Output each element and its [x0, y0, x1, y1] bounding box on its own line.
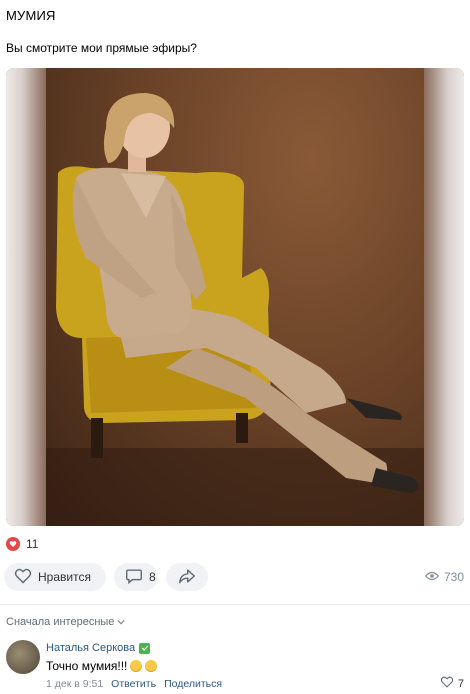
photo-illustration [46, 93, 424, 526]
like-button[interactable]: Нравится [4, 563, 106, 591]
post-title: МУМИЯ [6, 8, 56, 23]
post-actions: Нравится 8 [4, 563, 208, 591]
likes-count: 11 [26, 537, 39, 551]
photo-image[interactable] [46, 68, 424, 526]
photo-blur-left [6, 68, 46, 526]
comment-author[interactable]: Наталья Серкова [46, 642, 135, 654]
chevron-down-icon [117, 616, 126, 628]
comment-icon [125, 568, 143, 587]
comments-count: 8 [149, 570, 156, 584]
likes-summary[interactable]: 11 [6, 537, 38, 551]
comment-meta: 1 дек в 9:51 Ответить Поделиться [46, 678, 222, 690]
comment-like-button[interactable]: 7 [440, 676, 464, 691]
comment-time[interactable]: 1 дек в 9:51 [46, 678, 103, 690]
comment-likes-count: 7 [457, 677, 464, 690]
heart-icon [6, 537, 20, 551]
views-count: 730 [443, 570, 464, 584]
photo-blur-right [424, 68, 464, 526]
post-text: Вы смотрите мои прямые эфиры? [6, 41, 197, 55]
share-button[interactable] [166, 563, 208, 591]
sort-label: Сначала интересные [6, 616, 115, 628]
reply-link[interactable]: Ответить [111, 678, 156, 690]
comment-text-row: Точно мумия!!! 😜 😜 [46, 659, 158, 673]
comment-author-row: Наталья Серкова [46, 642, 151, 654]
emoji-icon: 😜 [130, 660, 143, 672]
comment-button[interactable]: 8 [114, 563, 158, 591]
views-counter: 730 [424, 570, 464, 584]
verified-check-icon [139, 642, 151, 654]
avatar[interactable] [6, 640, 40, 674]
eye-icon [424, 570, 440, 584]
heart-outline-icon [14, 568, 32, 587]
share-link[interactable]: Поделиться [164, 678, 222, 690]
share-icon [178, 568, 196, 587]
comments-sort[interactable]: Сначала интересные [6, 616, 126, 628]
post-photo[interactable] [6, 68, 464, 526]
emoji-icon: 😜 [145, 660, 158, 672]
divider [0, 604, 470, 605]
like-label: Нравится [38, 570, 91, 584]
heart-outline-icon [440, 676, 454, 691]
comment-item: Наталья Серкова Точно мумия!!! 😜 😜 1 дек… [6, 640, 464, 694]
comment-text: Точно мумия!!! [46, 659, 128, 673]
